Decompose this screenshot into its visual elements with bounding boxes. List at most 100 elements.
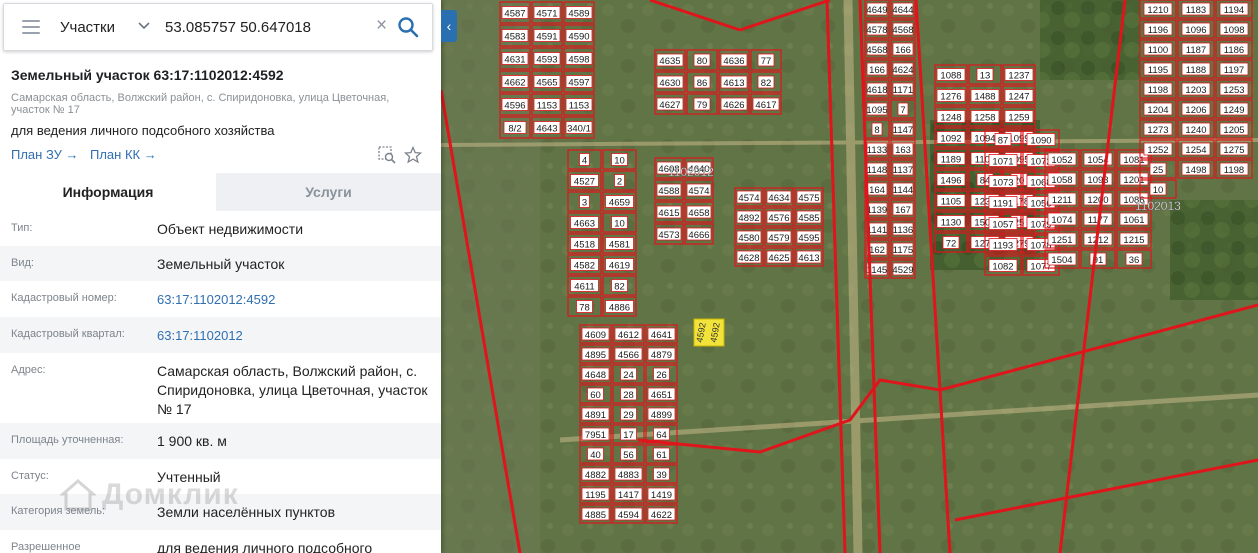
parcel-number-label: 4593 bbox=[536, 55, 557, 66]
row-label: Тип: bbox=[11, 222, 33, 234]
parcel-number-label: 1254 bbox=[1185, 145, 1206, 156]
parcel-number-label: 7 bbox=[900, 105, 905, 116]
row-value: Объект недвижимости bbox=[157, 221, 304, 237]
parcel-number-label: 4659 bbox=[609, 198, 630, 209]
parcel-number-label: 1498 bbox=[1185, 165, 1206, 176]
parcel-number-label: 1198 bbox=[1148, 85, 1168, 96]
row-value: Самарская область, Волжский район, с. Сп… bbox=[157, 363, 428, 417]
parcel-number-label: 1136 bbox=[893, 225, 913, 236]
parcel-number-label: 1204 bbox=[1147, 105, 1168, 116]
info-row-cadastral-quarter: Кадастровый квартал: 63:17:1102012 bbox=[0, 317, 441, 353]
tabs: Информация Услуги bbox=[0, 173, 441, 211]
parcel-number-label: 1153 bbox=[537, 101, 557, 112]
parcel-number-label: 4624 bbox=[892, 65, 913, 76]
parcel-number-label: 1258 bbox=[974, 113, 995, 124]
search-input[interactable]: 53.085757 50.647018 bbox=[165, 19, 311, 36]
parcel-number-label: 80 bbox=[697, 56, 708, 67]
parcel-number-label: 78 bbox=[579, 303, 590, 314]
parcel-number-label: 1496 bbox=[940, 176, 961, 187]
parcel-number-label: 4899 bbox=[651, 410, 672, 421]
parcel-number-label: 4591 bbox=[536, 32, 557, 43]
cadastral-quarter-link[interactable]: 63:17:1102012 bbox=[157, 326, 429, 345]
zoom-to-parcel-icon[interactable] bbox=[378, 146, 396, 164]
chevron-down-icon[interactable] bbox=[138, 21, 150, 31]
parcel-number-label: 26 bbox=[656, 370, 667, 381]
parcel-number-label: 1191 bbox=[993, 199, 1013, 210]
parcel-number-label: 1252 bbox=[1147, 145, 1168, 156]
parcel-number-label: 1195 bbox=[585, 490, 605, 501]
parcel-number-label: 1419 bbox=[651, 490, 672, 501]
parcel-number-label: 4568 bbox=[892, 25, 913, 36]
parcel-number-label: 4625 bbox=[768, 253, 789, 264]
parcel-number-label: 4879 bbox=[651, 350, 672, 361]
parcel-number-label: 4571 bbox=[536, 9, 557, 20]
parcel-number-label: 1215 bbox=[1123, 235, 1144, 246]
parcel-number-label: 4580 bbox=[738, 233, 759, 244]
parcel-number-label: 1098 bbox=[1223, 25, 1244, 36]
parcel-number-label: 1095 bbox=[866, 105, 887, 116]
parcel-number-label: 4649 bbox=[866, 5, 887, 16]
parcel-number-label: 4886 bbox=[609, 303, 630, 314]
row-label: Кадастровый квартал: bbox=[11, 328, 125, 340]
parcel-number-label: 1251 bbox=[1051, 235, 1072, 246]
parcel-number-label: 1237 bbox=[1008, 71, 1029, 82]
parcel-number-label: 1099 bbox=[1008, 134, 1029, 145]
house-logo-icon bbox=[60, 479, 96, 511]
parcel-number-label: 1249 bbox=[1223, 105, 1244, 116]
parcel-number-label: 1205 bbox=[1223, 125, 1244, 136]
parcel-number-label: 1090 bbox=[1030, 136, 1051, 147]
parcel-number-label: 4663 bbox=[574, 219, 595, 230]
parcel-number-label: 1071 bbox=[992, 157, 1013, 168]
parcel-number-label: 1188 bbox=[1186, 65, 1206, 76]
parcel-number-label: 4597 bbox=[568, 78, 589, 89]
selected-parcel-4592[interactable]: 4592 4592 bbox=[693, 318, 725, 347]
parcel-number-label: 4636 bbox=[723, 56, 744, 67]
parcel-number-label: 3 bbox=[582, 198, 587, 209]
parcel-number-label: 4622 bbox=[651, 510, 672, 521]
tab-information[interactable]: Информация bbox=[0, 173, 216, 211]
menu-icon[interactable] bbox=[22, 20, 40, 34]
cadastral-number-link[interactable]: 63:17:1102012:4592 bbox=[157, 290, 429, 309]
star-icon[interactable] bbox=[404, 146, 422, 164]
parcel-number-label: 340/1 bbox=[567, 124, 591, 135]
parcel-number-label: 1139 bbox=[867, 205, 887, 216]
tab-services[interactable]: Услуги bbox=[216, 173, 441, 211]
quarter-label: 1102013 bbox=[1135, 199, 1181, 213]
parcel-number-label: 10 bbox=[1153, 185, 1164, 196]
collapse-panel-button[interactable]: ‹ bbox=[441, 10, 457, 42]
parcel-number-label: 4618 bbox=[866, 85, 887, 96]
info-row-address: Адрес: Самарская область, Волжский район… bbox=[0, 353, 441, 423]
parcel-number-label: 86 bbox=[697, 78, 708, 89]
search-icon[interactable] bbox=[397, 16, 419, 38]
parcel-number-label: 4588 bbox=[658, 186, 679, 197]
plan-zu-link[interactable]: План ЗУ → bbox=[11, 147, 79, 162]
parcel-number-label: 4611 bbox=[574, 282, 594, 293]
parcel-number-label: 1206 bbox=[1185, 105, 1206, 116]
parcel-number-label: 4651 bbox=[651, 390, 672, 401]
clear-icon[interactable]: × bbox=[376, 16, 387, 36]
plan-kk-link[interactable]: План КК → bbox=[90, 147, 157, 162]
row-label: Адрес: bbox=[11, 364, 46, 376]
parcel-number-label: 4518 bbox=[574, 240, 595, 251]
parcel-number-label: 56 bbox=[623, 450, 634, 461]
parcel-number-label: 1096 bbox=[1185, 25, 1206, 36]
parcel-number-label: 4658 bbox=[688, 208, 709, 219]
parcel-number-label: 1061 bbox=[1123, 215, 1144, 226]
parcel-number-label: 4895 bbox=[585, 350, 606, 361]
info-row-permitted-use: Разрешенное для ведения личного подсобно… bbox=[0, 530, 441, 553]
parcel-number-label: 4609 bbox=[585, 330, 606, 341]
parcel-number-label: 40 bbox=[590, 450, 601, 461]
parcel-number-label: 1189 bbox=[941, 155, 961, 166]
parcel-number-label: 4574 bbox=[738, 193, 759, 204]
parcel-number-label: 72 bbox=[946, 239, 957, 250]
parcel-number-label: 1259 bbox=[1008, 113, 1029, 124]
parcel-number-label: 4581 bbox=[609, 240, 630, 251]
parcel-number-label: 4590 bbox=[568, 32, 589, 43]
parcel-number-label: 4631 bbox=[504, 55, 525, 66]
parcel-number-label: 4612 bbox=[618, 330, 639, 341]
parcel-number-label: 4565 bbox=[536, 78, 557, 89]
parcel-number-label: 4885 bbox=[585, 510, 606, 521]
parcel-number-label: 4578 bbox=[866, 25, 887, 36]
search-type-select[interactable]: Участки bbox=[60, 19, 115, 36]
parcel-number-label: 166 bbox=[869, 65, 885, 76]
